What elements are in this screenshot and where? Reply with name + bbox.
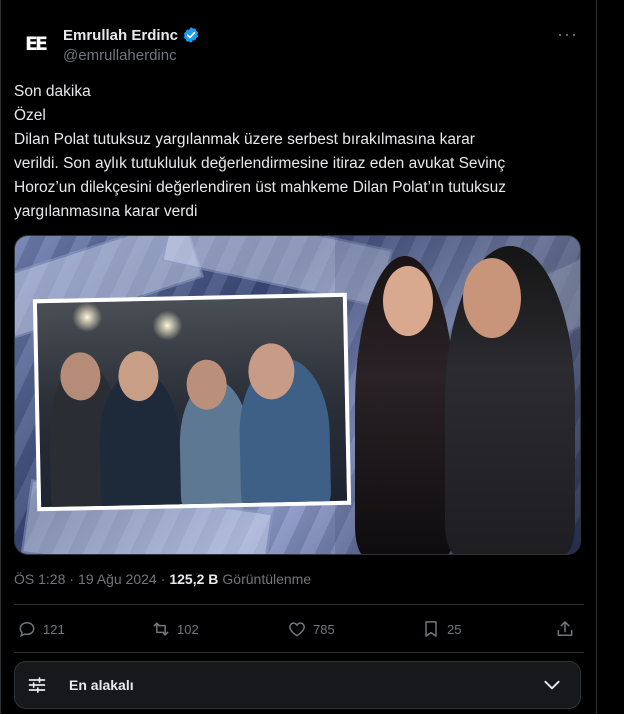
share-button[interactable] (555, 619, 575, 639)
tweet-media-image[interactable] (14, 235, 581, 555)
tweet-line: Son dakika (14, 83, 91, 100)
verified-badge-icon (183, 27, 199, 43)
author-row: Emrullah Erdinc (63, 26, 200, 44)
repost-icon (153, 622, 169, 636)
tweet-line: yargılanmasına karar verdi (14, 203, 198, 220)
views-label: Görüntülenme (222, 571, 312, 587)
repost-button[interactable]: 102 (151, 619, 199, 639)
tweet-line: Özel (14, 107, 46, 124)
divider (14, 604, 584, 605)
bookmark-icon (425, 621, 437, 637)
like-button[interactable]: 785 (287, 619, 335, 639)
reply-icon (19, 621, 35, 637)
light-flash (71, 301, 103, 333)
tweet-meta: ÖS 1:28 · 19 Ağu 2024 · 125,2 B Görüntül… (14, 571, 311, 587)
reply-button[interactable]: 121 (17, 619, 65, 639)
tweet-line: verildi. Son aylık tutukluluk değerlendi… (14, 155, 506, 172)
man-face (463, 258, 521, 338)
share-icon (557, 621, 573, 636)
bookmark-count: 25 (447, 621, 462, 637)
action-bar: 121 102 785 25 (17, 619, 577, 643)
tweet-card[interactable]: EE Emrullah Erdinc @emrullaherdinc ··· S… (1, 0, 596, 714)
heart-icon (289, 622, 305, 637)
more-options-icon[interactable]: ··· (557, 24, 578, 45)
like-count: 785 (313, 621, 335, 637)
reply-count: 121 (43, 621, 65, 637)
inset-photo (32, 292, 352, 512)
sliders-icon (28, 677, 46, 693)
avatar[interactable]: EE (15, 24, 55, 64)
tweet-line: Dilan Polat tutuksuz yargılanmak üzere s… (14, 131, 475, 148)
author-handle[interactable]: @emrullaherdinc (63, 47, 177, 64)
couple-photo-area (335, 236, 580, 554)
tweet-time[interactable]: ÖS 1:28 (14, 571, 65, 587)
tweet-text: Son dakika Özel Dilan Polat tutuksuz yar… (14, 80, 574, 224)
bookmark-button[interactable]: 25 (421, 619, 461, 639)
avatar-logo: EE (25, 33, 48, 55)
column-border-right (596, 0, 597, 714)
sort-label: En alakalı (69, 677, 134, 693)
repost-count: 102 (177, 621, 199, 637)
meta-separator: · (160, 571, 166, 587)
author-name[interactable]: Emrullah Erdinc (63, 27, 178, 44)
tweet-date[interactable]: 19 Ağu 2024 (78, 571, 157, 587)
light-flash (152, 310, 183, 341)
chevron-down-icon (544, 680, 560, 690)
tweet-line: Horoz’un dilekçesini değerlendiren üst m… (14, 179, 506, 196)
divider (14, 652, 584, 653)
meta-separator: · (69, 571, 75, 587)
reply-sort-dropdown[interactable]: En alakalı (14, 661, 581, 709)
views-count: 125,2 B (169, 571, 219, 587)
woman-face (383, 266, 433, 336)
